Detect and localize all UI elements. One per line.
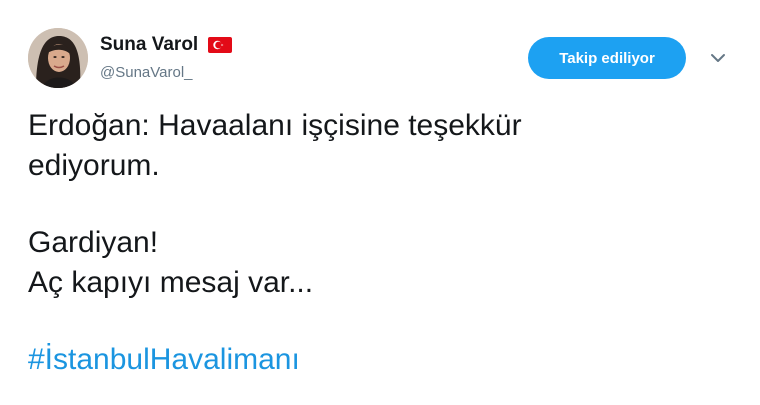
avatar[interactable] — [28, 28, 88, 88]
tweet-card: Suna Varol @SunaVarol_ Takip ediliyor Er… — [0, 0, 760, 405]
tweet-text-line: Erdoğan: Havaalanı işçisine teşekkür — [28, 109, 522, 142]
display-name[interactable]: Suna Varol — [100, 34, 198, 56]
tweet-text-line: Aç kapıyı mesaj var... — [28, 266, 314, 299]
hashtag-link[interactable]: #İstanbulHavalimanı — [28, 343, 300, 376]
turkey-flag-icon — [208, 37, 233, 53]
user-handle[interactable]: @SunaVarol_ — [100, 64, 193, 81]
following-button[interactable]: Takip ediliyor — [528, 37, 686, 79]
chevron-down-icon[interactable] — [708, 50, 728, 66]
avatar-image — [28, 28, 88, 88]
author-name-row: Suna Varol — [100, 34, 233, 56]
tweet-text: Erdoğan: Havaalanı işçisine teşekkür edi… — [28, 106, 728, 380]
tweet-text-line: Gardiyan! — [28, 226, 159, 259]
tweet-text-line: ediyorum. — [28, 149, 160, 182]
